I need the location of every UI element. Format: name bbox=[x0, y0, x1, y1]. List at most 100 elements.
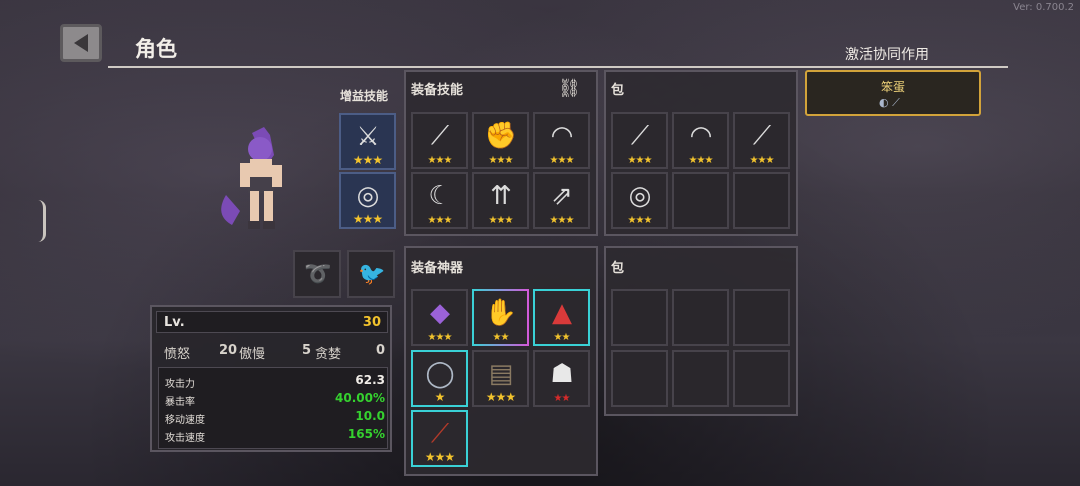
attribute-value: 10.0 bbox=[355, 409, 385, 423]
barrel-icon: ▤ bbox=[488, 359, 514, 389]
arrow-burst-icon: ⇗ bbox=[551, 181, 573, 211]
gauntlet-icon: ✋ bbox=[484, 298, 518, 328]
pet-icon: 🐦 bbox=[358, 261, 386, 287]
mask-icon: ☗ bbox=[550, 359, 574, 389]
level-row: Lv. 30 bbox=[156, 311, 388, 333]
side-drawer-handle[interactable] bbox=[38, 200, 46, 242]
attribute-name: 移动速度 bbox=[165, 415, 205, 426]
empty-slot[interactable] bbox=[733, 289, 790, 346]
star-rating: ★★★ bbox=[488, 155, 514, 166]
pet-slot[interactable]: 🐦 bbox=[347, 250, 395, 298]
skill-bag-label: 包 bbox=[611, 83, 625, 98]
buff-skills-label: 增益技能 bbox=[340, 89, 389, 103]
star-rating: ★★★ bbox=[427, 155, 453, 166]
bag-skill-slot[interactable]: ◎ ★★★ bbox=[611, 172, 668, 229]
attribute-name: 暴击率 bbox=[165, 397, 195, 408]
star-rating: ★★★ bbox=[427, 215, 453, 226]
attribute-row: 暴击率 40.00% bbox=[165, 391, 385, 411]
star-rating: ★★★ bbox=[549, 155, 575, 166]
empty-slot[interactable] bbox=[733, 172, 790, 229]
attributes-box: 攻击力 62.3 暴击率 40.00% 移动速度 10.0 攻击速度 165% bbox=[158, 367, 388, 449]
triple-arrow-icon: ⇈ bbox=[490, 181, 512, 211]
empty-slot[interactable] bbox=[611, 350, 668, 407]
artifact-slot[interactable]: ◯ ★ bbox=[411, 350, 468, 407]
attribute-name: 攻击力 bbox=[165, 379, 195, 390]
equip-skill-slot[interactable]: ⇈ ★★★ bbox=[472, 172, 529, 229]
attribute-name: 攻击速度 bbox=[165, 433, 205, 444]
slash-icon: ⟋ bbox=[430, 120, 450, 151]
slash-icon: ⟋ bbox=[630, 120, 650, 151]
companion-slot[interactable]: ➰ bbox=[293, 250, 341, 298]
equip-skills-label: 装备技能 bbox=[411, 83, 464, 98]
synergy-name: 笨蛋 bbox=[880, 80, 905, 94]
fist-icon: ✊ bbox=[484, 121, 518, 151]
star-rating: ★★★ bbox=[488, 215, 514, 226]
trait-name: 贪婪 bbox=[315, 347, 342, 362]
ring-icon: ◯ bbox=[425, 359, 455, 389]
artifact-slot[interactable]: ▤ ★★★ bbox=[472, 350, 529, 407]
level-label: Lv. bbox=[164, 315, 185, 330]
version-label: Ver: 0.700.2 bbox=[1013, 2, 1074, 13]
trait-name: 愤怒 bbox=[164, 347, 191, 362]
star-rating: ★★ bbox=[553, 332, 571, 343]
star-rating: ★★★ bbox=[627, 155, 653, 166]
star-rating: ★★★ bbox=[352, 212, 383, 226]
star-rating: ★ bbox=[434, 390, 446, 404]
empty-slot[interactable] bbox=[672, 350, 729, 407]
equip-artifacts-label: 装备神器 bbox=[411, 261, 464, 276]
spiral-shield-icon: ◎ bbox=[356, 181, 380, 211]
character-sprite bbox=[221, 127, 282, 229]
star-rating: ★★★ bbox=[352, 153, 383, 167]
star-rating: ★★★ bbox=[427, 332, 453, 343]
trait-value: 5 bbox=[302, 343, 312, 358]
artifact-slot[interactable]: ▲ ★★ bbox=[533, 289, 590, 346]
bag-skill-slot[interactable]: ⟋ ★★★ bbox=[733, 112, 790, 169]
star-rating: ★★★ bbox=[688, 155, 714, 166]
trait-value: 20 bbox=[219, 343, 238, 358]
equip-skill-slot[interactable]: ☾ ★★★ bbox=[411, 172, 468, 229]
artifact-slot[interactable]: ◆ ★★★ bbox=[411, 289, 468, 346]
equip-skill-slot[interactable]: ⇗ ★★★ bbox=[533, 172, 590, 229]
artifact-slot[interactable]: ☗ ★★ bbox=[533, 350, 590, 407]
spiral-shield-icon: ◎ bbox=[628, 181, 652, 211]
empty-slot[interactable] bbox=[672, 289, 729, 346]
empty-slot[interactable] bbox=[733, 350, 790, 407]
synergy-card[interactable]: 笨蛋 ◐ ⟋ bbox=[805, 70, 981, 116]
red-club-icon: ⟋ bbox=[430, 418, 450, 449]
back-button[interactable] bbox=[60, 24, 102, 62]
star-rating: ★★★ bbox=[549, 215, 575, 226]
red-cape-icon: ▲ bbox=[552, 298, 572, 328]
whirl-slash-icon: ◠ bbox=[550, 121, 574, 151]
bag-skill-slot[interactable]: ⟋ ★★★ bbox=[611, 112, 668, 169]
bag-skill-slot[interactable]: ◠ ★★★ bbox=[672, 112, 729, 169]
attribute-value: 40.00% bbox=[335, 391, 385, 405]
equip-skill-slot[interactable]: ✊ ★★★ bbox=[472, 112, 529, 169]
back-arrow-icon bbox=[74, 34, 88, 52]
attribute-row: 攻击速度 165% bbox=[165, 427, 385, 447]
whip-icon: ➰ bbox=[304, 261, 332, 287]
artifact-slot[interactable]: ⟋ ★★★ bbox=[411, 410, 468, 467]
crossed-blades-icon: ⚔ bbox=[356, 122, 380, 152]
artifact-slot[interactable]: ✋ ★★ bbox=[472, 289, 529, 346]
link-icon[interactable]: ⛓ bbox=[558, 78, 581, 99]
crescent-slash-icon: ☾ bbox=[428, 181, 452, 211]
empty-slot[interactable] bbox=[611, 289, 668, 346]
whirl-slash-icon: ◠ bbox=[689, 121, 713, 151]
star-rating: ★★★ bbox=[627, 215, 653, 226]
buff-skill-slot[interactable]: ◎ ★★★ bbox=[339, 172, 396, 229]
synergy-title: 激活协同作用 bbox=[845, 47, 929, 63]
star-rating: ★★ bbox=[553, 393, 571, 404]
attribute-value: 62.3 bbox=[355, 373, 385, 387]
star-rating: ★★★ bbox=[485, 390, 516, 404]
equip-skill-slot[interactable]: ⟋ ★★★ bbox=[411, 112, 468, 169]
attribute-value: 165% bbox=[347, 427, 385, 441]
purple-crystal-icon: ◆ bbox=[430, 298, 450, 328]
star-rating: ★★★ bbox=[749, 155, 775, 166]
equip-skill-slot[interactable]: ◠ ★★★ bbox=[533, 112, 590, 169]
buff-skill-slot[interactable]: ⚔ ★★★ bbox=[339, 113, 396, 170]
star-rating: ★★ bbox=[492, 332, 510, 343]
empty-slot[interactable] bbox=[672, 172, 729, 229]
synergy-items-icon: ◐ ⟋ bbox=[879, 96, 900, 109]
level-value: 30 bbox=[362, 315, 381, 330]
trait-value: 0 bbox=[376, 343, 386, 358]
